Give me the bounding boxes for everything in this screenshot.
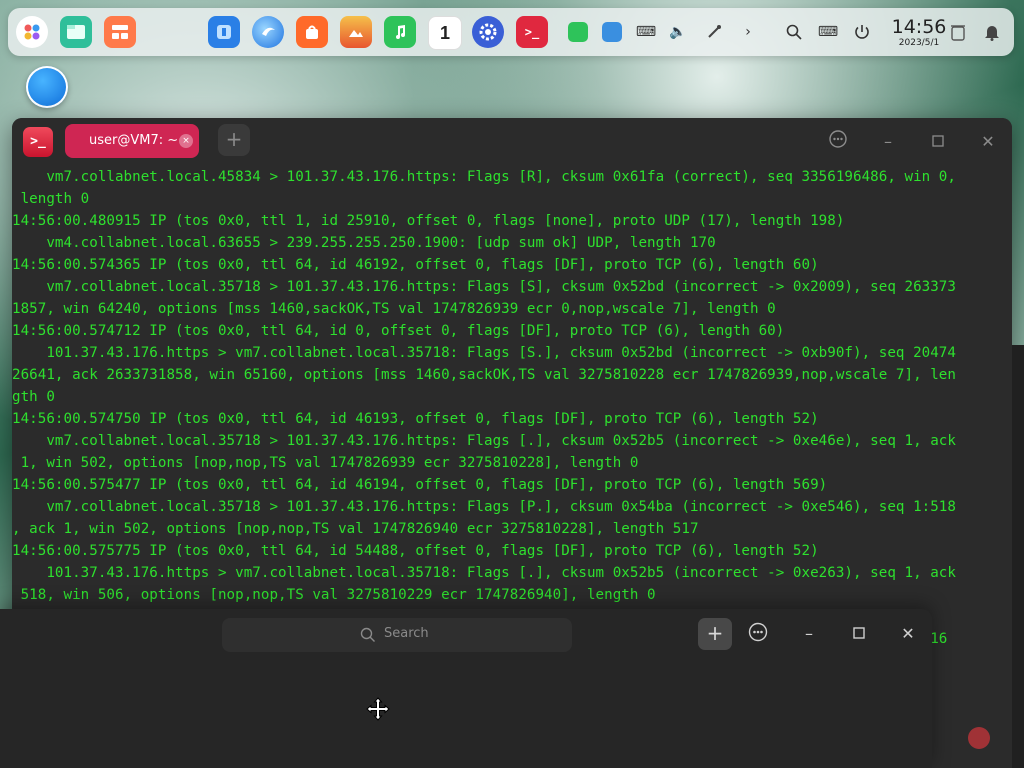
search-input[interactable]: Search <box>222 618 572 652</box>
terminal-menu-icon[interactable] <box>826 130 850 154</box>
terminal-line: 101.37.43.176.https > vm7.collabnet.loca… <box>12 345 956 361</box>
launcher-icon[interactable] <box>16 16 48 48</box>
overlay-window: Search + – ✕ <box>0 609 932 768</box>
power-icon[interactable] <box>852 22 872 42</box>
clock[interactable]: 14:56 2023/5/1 <box>884 17 954 49</box>
terminal-tab-label: user@VM7: ~ <box>89 133 179 148</box>
terminal-line: 14:56:00.574750 IP (tos 0x0, ttl 64, id … <box>12 411 819 427</box>
overlay-maximize-icon[interactable] <box>847 622 871 646</box>
terminal-line: vm7.collabnet.local.35718 > 101.37.43.17… <box>12 279 956 295</box>
move-cursor-icon <box>366 697 390 721</box>
maximize-icon[interactable] <box>926 130 950 154</box>
terminal-titlebar[interactable]: >_ user@VM7: ~ × + – ✕ <box>12 118 1012 166</box>
keyboard-icon[interactable]: ⌨ <box>818 22 838 42</box>
overlay-menu-icon[interactable] <box>746 622 770 646</box>
terminal-line: vm7.collabnet.local.45834 > 101.37.43.17… <box>12 169 956 185</box>
music-tray-icon[interactable] <box>568 22 588 42</box>
add-button[interactable]: + <box>698 618 732 650</box>
keyboard-tray-icon[interactable]: ⌨ <box>636 22 656 42</box>
terminal-line: vm7.collabnet.local.35718 > 101.37.43.17… <box>12 433 956 449</box>
terminal-line: 14:56:00.575477 IP (tos 0x0, ttl 64, id … <box>12 477 828 493</box>
terminal-line: 1857, win 64240, options [mss 1460,sackO… <box>12 301 776 317</box>
terminal-line: 26641, ack 2633731858, win 65160, option… <box>12 367 956 383</box>
background-window-edge <box>1012 345 1024 768</box>
terminal-icon[interactable]: >_ <box>516 16 548 48</box>
terminal-line: 14:56:00.480915 IP (tos 0x0, ttl 1, id 2… <box>12 213 845 229</box>
app-store-icon[interactable] <box>208 16 240 48</box>
tab-close-icon[interactable]: × <box>179 134 193 148</box>
taskbar: 1 >_ ⌨ 🔈 › ⌨ 14:56 2023/5/1 <box>8 8 1014 56</box>
image-viewer-icon[interactable] <box>340 16 372 48</box>
file-manager-icon[interactable] <box>60 16 92 48</box>
browser-icon[interactable] <box>252 16 284 48</box>
overlay-close-icon[interactable]: ✕ <box>896 622 920 646</box>
deepin-desktop-icon[interactable] <box>26 66 68 108</box>
terminal-app-icon: >_ <box>23 127 53 157</box>
close-icon[interactable]: ✕ <box>976 130 1000 154</box>
background-record-indicator <box>968 727 990 749</box>
bell-icon[interactable] <box>982 22 1002 42</box>
shopping-icon[interactable] <box>296 16 328 48</box>
terminal-line: vm7.collabnet.local.35718 > 101.37.43.17… <box>12 499 956 515</box>
clock-date: 2023/5/1 <box>898 38 940 48</box>
settings-icon[interactable] <box>472 16 504 48</box>
multitask-view-icon[interactable] <box>104 16 136 48</box>
terminal-line: 14:56:00.574365 IP (tos 0x0, ttl 64, id … <box>12 257 819 273</box>
chevron-right-icon[interactable]: › <box>738 22 758 42</box>
terminal-line: length 0 <box>12 191 90 207</box>
terminal-line: vm4.collabnet.local.63655 > 239.255.255.… <box>12 235 716 251</box>
search-icon[interactable] <box>784 22 804 42</box>
terminal-line: gth 0 <box>12 389 55 405</box>
network-icon[interactable] <box>704 22 724 42</box>
search-icon <box>360 627 376 643</box>
terminal-line: 1, win 502, options [nop,nop,TS val 1747… <box>12 455 639 471</box>
minimize-icon[interactable]: – <box>876 130 900 154</box>
new-tab-button[interactable]: + <box>218 124 250 156</box>
clock-time: 14:56 <box>891 16 947 38</box>
terminal-line: 14:56:00.575775 IP (tos 0x0, ttl 64, id … <box>12 543 819 559</box>
terminal-line: 101.37.43.176.https > vm7.collabnet.loca… <box>12 565 956 581</box>
terminal-line: 14:56:00.574712 IP (tos 0x0, ttl 64, id … <box>12 323 785 339</box>
calendar-day: 1 <box>439 22 450 43</box>
calendar-icon[interactable]: 1 <box>428 16 462 50</box>
search-placeholder: Search <box>384 626 429 641</box>
terminal-line: , ack 1, win 502, options [nop,nop,TS va… <box>12 521 699 537</box>
music-icon[interactable] <box>384 16 416 48</box>
overlay-minimize-icon[interactable]: – <box>797 622 821 646</box>
terminal-line: 518, win 506, options [nop,nop,TS val 32… <box>12 587 656 603</box>
trash-icon[interactable] <box>948 22 968 42</box>
screenshot-tray-icon[interactable] <box>602 22 622 42</box>
terminal-tab[interactable]: user@VM7: ~ × <box>65 124 199 158</box>
volume-icon[interactable]: 🔈 <box>668 22 688 42</box>
